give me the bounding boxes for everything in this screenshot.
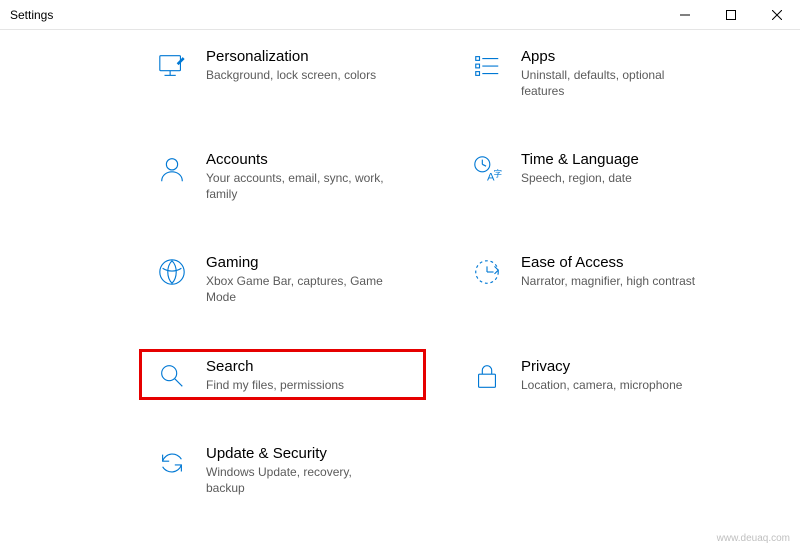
- category-title: Personalization: [206, 48, 376, 65]
- category-text: Personalization Background, lock screen,…: [206, 48, 376, 84]
- category-title: Update & Security: [206, 445, 386, 462]
- category-title: Search: [206, 358, 344, 375]
- category-text: Gaming Xbox Game Bar, captures, Game Mod…: [206, 254, 386, 305]
- category-text: Update & Security Windows Update, recove…: [206, 445, 386, 496]
- category-text: Accounts Your accounts, email, sync, wor…: [206, 151, 386, 202]
- time-language-icon: A字: [471, 153, 503, 185]
- category-time-language[interactable]: A字 Time & Language Speech, region, date: [455, 143, 740, 208]
- titlebar: Settings: [0, 0, 800, 30]
- minimize-button[interactable]: [662, 0, 708, 30]
- category-title: Accounts: [206, 151, 386, 168]
- category-text: Ease of Access Narrator, magnifier, high…: [521, 254, 695, 290]
- close-button[interactable]: [754, 0, 800, 30]
- personalization-icon: [156, 50, 188, 82]
- category-desc: Your accounts, email, sync, work, family: [206, 171, 386, 202]
- category-desc: Windows Update, recovery, backup: [206, 465, 386, 496]
- category-text: Time & Language Speech, region, date: [521, 151, 639, 187]
- svg-text:字: 字: [494, 169, 502, 179]
- window-controls: [662, 0, 800, 29]
- category-desc: Speech, region, date: [521, 171, 639, 187]
- category-desc: Uninstall, defaults, optional features: [521, 68, 701, 99]
- category-title: Apps: [521, 48, 701, 65]
- category-search[interactable]: Search Find my files, permissions: [140, 350, 425, 400]
- ease-of-access-icon: [471, 256, 503, 288]
- category-desc: Location, camera, microphone: [521, 378, 682, 394]
- window-title: Settings: [10, 8, 53, 22]
- category-update-security[interactable]: Update & Security Windows Update, recove…: [140, 437, 425, 502]
- accounts-icon: [156, 153, 188, 185]
- category-desc: Find my files, permissions: [206, 378, 344, 394]
- category-text: Privacy Location, camera, microphone: [521, 358, 682, 394]
- watermark: www.deuaq.com: [717, 533, 790, 544]
- category-privacy[interactable]: Privacy Location, camera, microphone: [455, 350, 740, 400]
- search-icon: [156, 360, 188, 392]
- settings-content: Personalization Background, lock screen,…: [0, 30, 800, 502]
- category-text: Search Find my files, permissions: [206, 358, 344, 394]
- category-title: Ease of Access: [521, 254, 695, 271]
- gaming-icon: [156, 256, 188, 288]
- category-personalization[interactable]: Personalization Background, lock screen,…: [140, 40, 425, 105]
- category-title: Gaming: [206, 254, 386, 271]
- category-title: Time & Language: [521, 151, 639, 168]
- category-apps[interactable]: Apps Uninstall, defaults, optional featu…: [455, 40, 740, 105]
- category-text: Apps Uninstall, defaults, optional featu…: [521, 48, 701, 99]
- category-title: Privacy: [521, 358, 682, 375]
- category-desc: Background, lock screen, colors: [206, 68, 376, 84]
- settings-grid: Personalization Background, lock screen,…: [140, 40, 740, 502]
- category-gaming[interactable]: Gaming Xbox Game Bar, captures, Game Mod…: [140, 246, 425, 311]
- category-accounts[interactable]: Accounts Your accounts, email, sync, wor…: [140, 143, 425, 208]
- category-desc: Xbox Game Bar, captures, Game Mode: [206, 274, 386, 305]
- maximize-button[interactable]: [708, 0, 754, 30]
- apps-icon: [471, 50, 503, 82]
- category-ease-of-access[interactable]: Ease of Access Narrator, magnifier, high…: [455, 246, 740, 311]
- category-desc: Narrator, magnifier, high contrast: [521, 274, 695, 290]
- update-security-icon: [156, 447, 188, 479]
- privacy-icon: [471, 360, 503, 392]
